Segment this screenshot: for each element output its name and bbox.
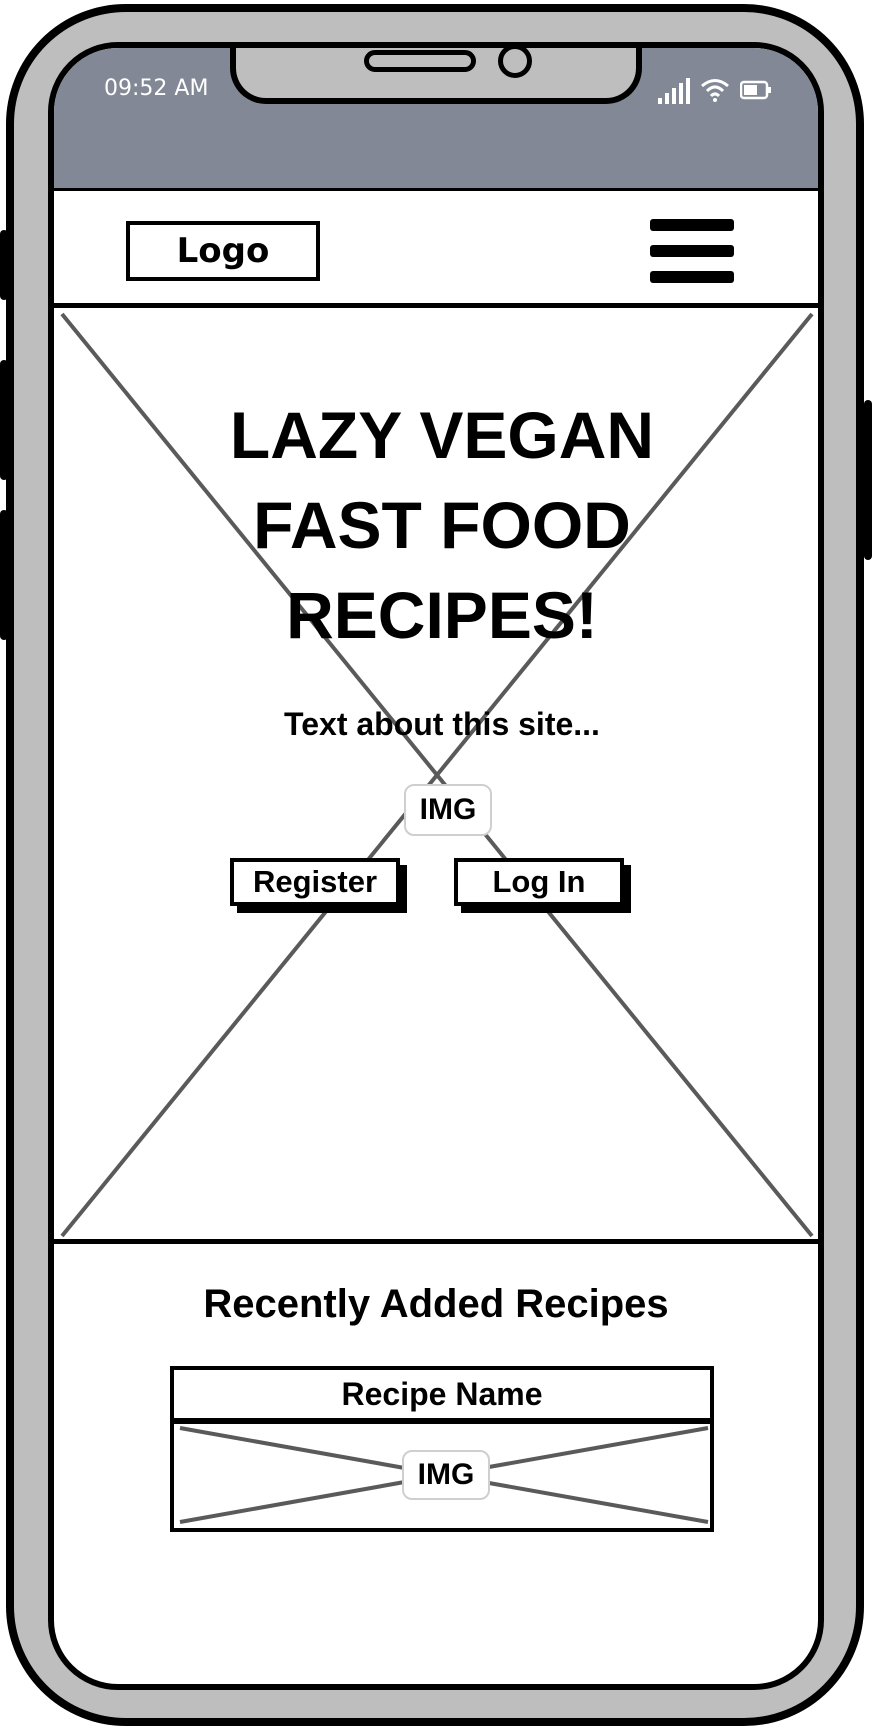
- hamburger-menu-icon[interactable]: [650, 219, 734, 295]
- hero-description: Text about this site...: [284, 706, 600, 742]
- recipe-card-image[interactable]: IMG: [170, 1422, 714, 1532]
- mute-switch: [0, 230, 8, 300]
- phone-screen: 09:52 AM Logo LAZY VEGAN FAST FOOD RECIP…: [48, 42, 824, 1690]
- phone-notch: [230, 48, 642, 104]
- hero-title: LAZY VEGAN FAST FOOD RECIPES!: [114, 390, 770, 660]
- hero-img-label: IMG: [404, 784, 492, 836]
- power-button: [864, 400, 872, 560]
- recent-recipes-title: Recently Added Recipes: [203, 1282, 669, 1326]
- hero-section: LAZY VEGAN FAST FOOD RECIPES! Text about…: [54, 308, 818, 1244]
- hamburger-bar: [650, 245, 734, 257]
- login-button[interactable]: Log In: [454, 858, 624, 906]
- front-camera: [498, 48, 532, 78]
- status-time: 09:52 AM: [104, 76, 209, 101]
- hero-title-line: LAZY VEGAN: [229, 398, 655, 472]
- logo[interactable]: Logo: [126, 221, 320, 281]
- hero-title-line: FAST FOOD: [253, 488, 631, 562]
- wifi-icon: [701, 79, 729, 102]
- recipe-img-label: IMG: [402, 1450, 490, 1500]
- battery-icon: [740, 80, 771, 100]
- hamburger-bar: [650, 271, 734, 283]
- site-header: Logo: [54, 188, 818, 308]
- speaker-grille: [364, 50, 476, 72]
- volume-down-button: [0, 510, 8, 640]
- volume-up-button: [0, 360, 8, 480]
- hamburger-bar: [650, 219, 734, 231]
- hero-title-line: RECIPES!: [286, 578, 598, 652]
- status-bar: 09:52 AM: [54, 48, 818, 188]
- signal-icon: [658, 78, 690, 104]
- register-button[interactable]: Register: [230, 858, 400, 906]
- recipe-card-name[interactable]: Recipe Name: [170, 1366, 714, 1422]
